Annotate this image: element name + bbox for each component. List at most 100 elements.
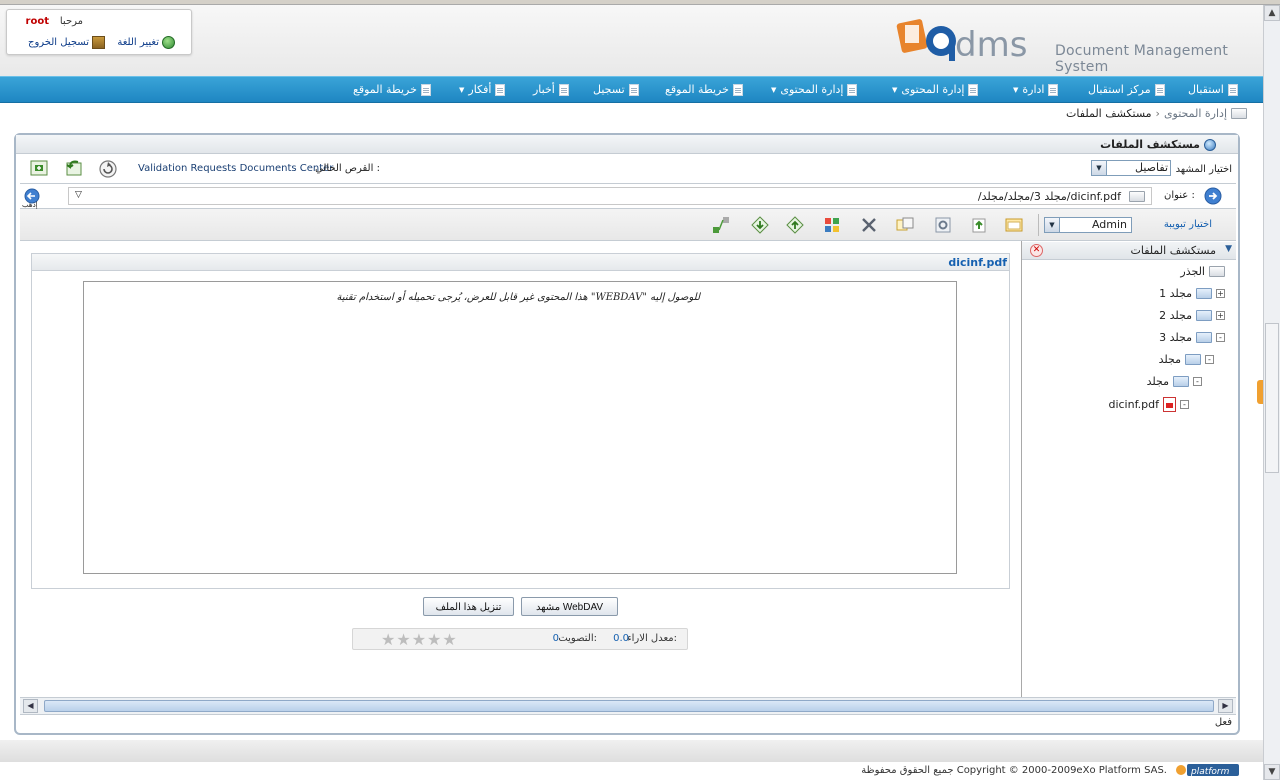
tree-title: مستكشف الملفات xyxy=(1130,244,1216,257)
not-viewable-message: هذا المحتوى غير قابل للعرض، يُرجى تحميله… xyxy=(336,292,700,303)
folder-icon xyxy=(1231,108,1247,119)
nav-item-sitemap-2[interactable]: خريطة الموقع xyxy=(353,83,431,96)
refresh-icon[interactable] xyxy=(98,159,118,179)
expand-icon[interactable]: + xyxy=(1216,289,1225,298)
nav-label: تسجيل xyxy=(593,83,625,96)
dms-logo: dms xyxy=(896,19,1027,65)
nav-item-content-management-1[interactable]: ▼ إدارة المحتوى xyxy=(892,83,979,96)
tree-node-file[interactable]: dicinf.pdf - xyxy=(1108,397,1189,412)
page-bottom-band xyxy=(0,740,1263,762)
cut-icon[interactable] xyxy=(896,216,914,234)
nav-item-sitemap[interactable]: خريطة الموقع xyxy=(665,83,743,96)
page-vertical-scrollbar[interactable]: ▲ ▼ xyxy=(1263,5,1280,780)
star-rating-icon[interactable]: ★★★★★ xyxy=(381,630,458,649)
page-icon xyxy=(732,83,743,96)
side-toggle-tab[interactable] xyxy=(1257,380,1263,404)
collapse-icon[interactable]: - xyxy=(1216,333,1225,342)
page-icon xyxy=(1154,83,1165,96)
move-down-icon[interactable] xyxy=(751,216,769,234)
tree-node[interactable]: مجلد 3 - xyxy=(1159,331,1225,344)
nav-item-admin[interactable]: ▼ ادارة xyxy=(1013,83,1059,96)
globe-icon xyxy=(162,36,175,49)
caret-down-icon: ▼ xyxy=(771,85,777,94)
page-icon xyxy=(1048,83,1059,96)
new-folder-icon[interactable] xyxy=(1005,216,1023,234)
nav-label: استقبال xyxy=(1188,83,1224,96)
nav-item-ideas[interactable]: ▼ أفكار xyxy=(459,83,506,96)
current-drive-label: القرص الحالي : xyxy=(315,163,380,174)
status-text: فعل xyxy=(1214,717,1232,728)
address-dropdown-arrow[interactable]: ▽ xyxy=(75,190,82,200)
go-arrow-icon[interactable] xyxy=(1204,187,1222,205)
tree-node[interactable]: مجلد 2 + xyxy=(1159,309,1225,322)
nav-label: إدارة المحتوى xyxy=(901,83,965,96)
main-nav: استقبال مركز استقبال ▼ ادارة ▼ إدارة المحت… xyxy=(0,76,1263,103)
page-icon xyxy=(495,83,506,96)
permissions-icon[interactable] xyxy=(823,216,841,234)
copyright-text: جميع الحقوق محفوظة Copyright © 2000-2009… xyxy=(861,765,1167,776)
expand-icon[interactable]: + xyxy=(1216,311,1225,320)
tagline: Document Management System xyxy=(1055,43,1229,75)
collapse-icon[interactable]: - xyxy=(1180,400,1189,409)
scroll-thumb[interactable] xyxy=(44,700,1214,712)
folder-icon xyxy=(1196,310,1212,321)
nav-item-reception-center[interactable]: مركز استقبال xyxy=(1088,83,1165,96)
current-drive-value: Validation Requests Documents Center xyxy=(138,163,334,174)
address-field[interactable]: ▽ /مجلد 3/مجلد/مجلد/dicinf.pdf xyxy=(68,187,1152,205)
open-folder-icon xyxy=(1173,376,1189,387)
folder-icon xyxy=(1209,266,1225,277)
nav-label: خريطة الموقع xyxy=(353,83,417,96)
dropdown-arrow-icon: ▼ xyxy=(1092,161,1107,175)
nav-label: أفكار xyxy=(468,83,492,96)
breadcrumb: مستكشف الملفات › إدارة المحتوى xyxy=(0,103,1263,125)
back-icon[interactable] xyxy=(64,158,84,178)
nav-label: إدارة المحتوى xyxy=(780,83,844,96)
nav-item-news[interactable]: أخبار xyxy=(533,83,569,96)
welcome-text: مرحبا xyxy=(59,16,83,27)
logout-link[interactable]: تسجيل الخروج xyxy=(28,36,105,49)
rollup-select[interactable]: ▼ Admin xyxy=(1044,217,1132,233)
page-icon xyxy=(1227,83,1238,96)
settings-icon[interactable] xyxy=(934,216,952,234)
download-file-button[interactable]: تنزيل هذا الملف xyxy=(423,597,514,616)
username[interactable]: root xyxy=(26,16,49,27)
rollup-label: اختيار تبويبة xyxy=(1163,219,1212,230)
scroll-thumb[interactable] xyxy=(1265,323,1279,473)
collapse-icon[interactable]: - xyxy=(1193,377,1202,386)
move-up-icon[interactable] xyxy=(786,216,804,234)
upload-icon[interactable] xyxy=(970,216,988,234)
folder-icon xyxy=(1196,288,1212,299)
nav-item-home[interactable]: استقبال xyxy=(1188,83,1238,96)
scroll-down-icon[interactable]: ▼ xyxy=(1264,764,1280,780)
rating-label: معدل الاراء: xyxy=(626,633,677,644)
address-row: عنوان : ▽ /مجلد 3/مجلد/مجلد/dicinf.pdf إ… xyxy=(20,184,1236,209)
nav-item-content-management-2[interactable]: ▼ إدارة المحتوى xyxy=(771,83,858,96)
relations-icon[interactable] xyxy=(712,216,730,234)
file-title-bar: dicinf.pdf xyxy=(31,253,1010,271)
breadcrumb-parent-link[interactable]: إدارة المحتوى xyxy=(1164,107,1227,120)
horizontal-scrollbar[interactable]: ◀ ▶ xyxy=(20,697,1236,714)
scroll-up-icon[interactable]: ▲ xyxy=(1264,5,1280,21)
tree-header: ▼ مستكشف الملفات ✕ xyxy=(1022,242,1236,260)
scroll-left-icon[interactable]: ◀ xyxy=(23,699,38,713)
panel-title-bar: مستكشف الملفات xyxy=(16,135,1238,154)
tree-node-root[interactable]: الجذر xyxy=(1180,265,1225,278)
tree-node[interactable]: مجلد 1 + xyxy=(1159,287,1225,300)
webdav-view-button[interactable]: مشهد WebDAV xyxy=(521,597,618,616)
pdf-file-icon xyxy=(1163,397,1176,412)
scroll-right-icon[interactable]: ▶ xyxy=(1218,699,1233,713)
nav-item-register[interactable]: تسجيل xyxy=(593,83,639,96)
collapse-icon[interactable]: - xyxy=(1205,355,1214,364)
tree-node[interactable]: مجلد - xyxy=(1147,375,1202,388)
tools-icon[interactable] xyxy=(860,216,878,234)
collapse-arrow-icon[interactable]: ▼ xyxy=(1225,244,1232,254)
view-select[interactable]: ▼ تفاصيل xyxy=(1091,160,1171,176)
tree-node-label: مجلد 3 xyxy=(1159,331,1192,344)
caret-down-icon: ▼ xyxy=(459,85,465,94)
close-icon[interactable]: ✕ xyxy=(1030,244,1043,257)
add-drive-icon[interactable] xyxy=(29,158,49,178)
change-language-link[interactable]: تغيير اللغة xyxy=(117,36,175,49)
open-folder-icon xyxy=(1196,332,1212,343)
tree-node[interactable]: مجلد - xyxy=(1159,353,1214,366)
tree-node-label: مجلد xyxy=(1158,353,1181,366)
